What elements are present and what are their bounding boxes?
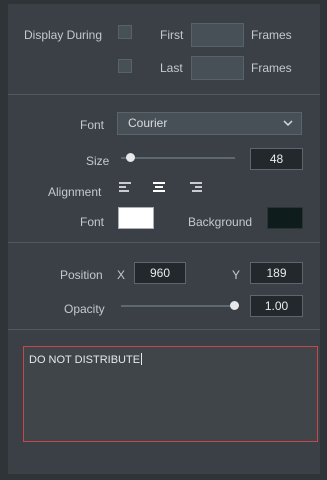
background-color-swatch[interactable]	[267, 207, 303, 229]
display-first-checkbox[interactable]	[118, 25, 132, 39]
opacity-slider-handle[interactable]	[230, 301, 239, 310]
display-last-checkbox[interactable]	[118, 59, 132, 73]
divider	[8, 94, 320, 95]
align-left-icon[interactable]	[119, 182, 131, 193]
align-center-icon[interactable]	[153, 182, 165, 193]
text-caret	[141, 353, 143, 365]
overlay-text-input[interactable]: DO NOT DISTRIBUTE	[23, 346, 318, 442]
frames-label-last: Frames	[251, 61, 292, 75]
first-label: First	[160, 28, 184, 42]
frames-label-first: Frames	[251, 28, 292, 42]
last-label: Last	[160, 61, 183, 75]
opacity-slider-track[interactable]	[121, 305, 235, 307]
position-label: Position	[60, 268, 103, 282]
first-frames-input[interactable]	[191, 23, 244, 47]
font-select-value: Courier	[128, 116, 168, 130]
position-x-input[interactable]: 960	[134, 262, 186, 284]
alignment-label: Alignment	[48, 185, 102, 199]
last-frames-input[interactable]	[191, 56, 244, 80]
position-y-label: Y	[232, 268, 241, 282]
size-slider-track[interactable]	[121, 157, 235, 159]
text-overlay-panel: Display During First Frames Last Frames …	[8, 4, 320, 474]
size-slider-handle[interactable]	[126, 153, 135, 162]
size-label: Size	[86, 154, 110, 168]
divider	[8, 329, 320, 330]
display-during-label: Display During	[24, 28, 103, 42]
divider	[8, 242, 320, 243]
font-color-swatch[interactable]	[118, 207, 154, 229]
size-input[interactable]: 48	[250, 148, 303, 170]
font-label: Font	[80, 118, 105, 132]
chevron-down-icon	[283, 120, 293, 127]
font-select[interactable]: Courier	[117, 112, 302, 135]
opacity-label: Opacity	[64, 302, 105, 316]
align-right-icon[interactable]	[190, 182, 202, 193]
position-y-input[interactable]: 189	[250, 262, 303, 284]
background-color-label: Background	[188, 215, 253, 229]
font-color-label: Font	[80, 215, 105, 229]
opacity-input[interactable]: 1.00	[250, 295, 303, 317]
overlay-text-value: DO NOT DISTRIBUTE	[29, 354, 141, 366]
position-x-label: X	[117, 268, 126, 282]
